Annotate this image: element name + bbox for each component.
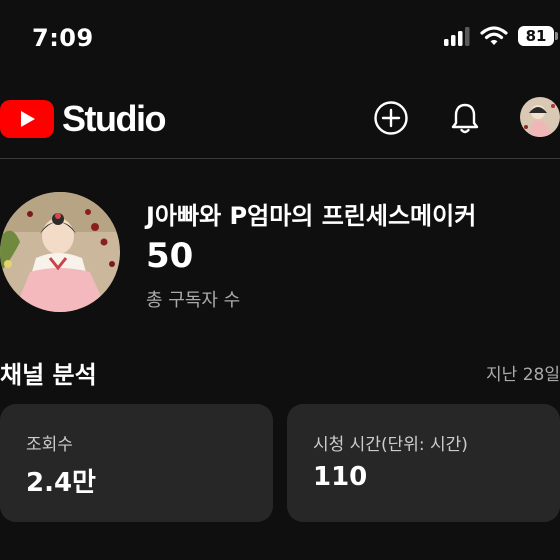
status-time: 7:09 xyxy=(32,24,94,52)
views-label: 조회수 xyxy=(26,435,73,455)
account-avatar[interactable] xyxy=(520,97,560,137)
signal-icon xyxy=(444,27,470,46)
header-divider xyxy=(0,158,560,159)
youtube-logo-icon xyxy=(0,100,54,138)
battery-indicator: 81 xyxy=(518,26,558,46)
subscriber-count: 50 xyxy=(146,236,194,276)
watch-time-label: 시청 시간(단위: 시간) xyxy=(313,435,468,455)
channel-avatar[interactable] xyxy=(0,192,120,312)
add-circle-icon xyxy=(374,101,408,135)
views-card[interactable]: 조회수 2.4만 xyxy=(0,404,273,522)
channel-name: J아빠와 P엄마의 프린세스메이커 xyxy=(146,202,477,230)
watch-time-value: 110 xyxy=(313,462,368,492)
views-value: 2.4만 xyxy=(26,468,96,498)
create-button[interactable] xyxy=(371,98,411,138)
subscriber-label: 총 구독자 수 xyxy=(146,290,241,311)
youtube-studio-logo[interactable]: Studio xyxy=(0,98,166,140)
app-header: Studio xyxy=(0,90,560,150)
status-bar: 7:09 81 xyxy=(0,0,560,80)
wifi-icon xyxy=(480,26,508,45)
logo-text: Studio xyxy=(62,98,166,139)
notifications-button[interactable] xyxy=(445,98,485,138)
status-icons: 81 xyxy=(444,26,558,46)
analytics-period: 지난 28일 xyxy=(486,365,560,385)
analytics-title: 채널 분석 xyxy=(0,361,97,389)
watch-time-card[interactable]: 시청 시간(단위: 시간) 110 xyxy=(287,404,560,522)
bell-icon xyxy=(451,103,479,134)
